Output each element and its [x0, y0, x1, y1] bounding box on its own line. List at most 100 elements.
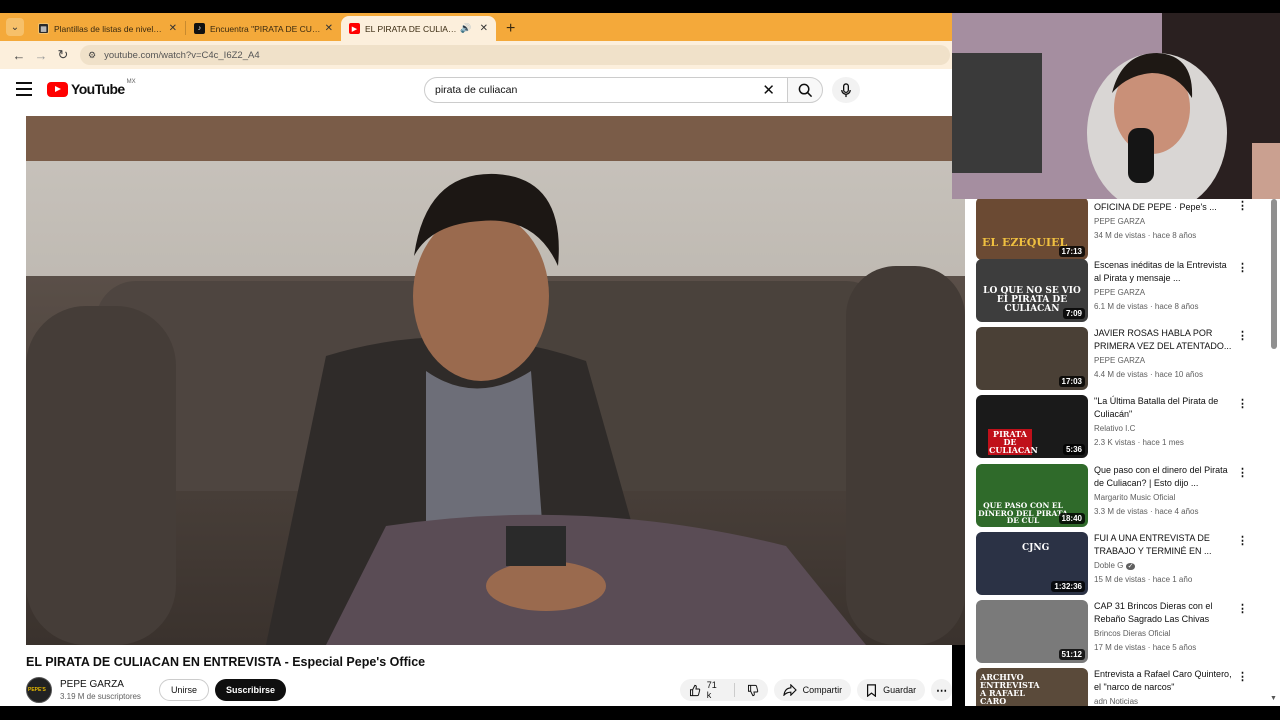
more-actions-icon[interactable]: ⋯ [931, 679, 952, 701]
more-options-icon[interactable]: ⋮ [1237, 534, 1248, 547]
speaker-icon[interactable]: 🔊 [460, 23, 471, 34]
back-arrow-icon[interactable]: ← [8, 48, 30, 63]
more-options-icon[interactable]: ⋮ [1237, 602, 1248, 615]
video-info: Que paso con el dinero del Pirata de Cul… [1094, 464, 1232, 528]
subscribe-button[interactable]: Suscribirse [214, 679, 286, 701]
search-icon [798, 83, 812, 97]
video-title[interactable]: Entrevista a Rafael Caro Quintero, el "n… [1094, 668, 1232, 694]
channel-name[interactable]: PEPE GARZA [60, 679, 141, 690]
channel-avatar[interactable] [26, 677, 52, 703]
video-thumbnail[interactable]: 17:03 [976, 327, 1088, 390]
channel-name[interactable]: PEPE GARZA [1094, 288, 1232, 297]
thumbnail-caption: EL EZEQUIEL [982, 236, 1068, 249]
video-title[interactable]: Que paso con el dinero del Pirata de Cul… [1094, 464, 1232, 490]
video-player[interactable] [26, 116, 965, 645]
youtube-logo[interactable]: YouTube MX [47, 79, 136, 97]
search-input[interactable]: pirata de culiacan ✕ [424, 77, 788, 103]
more-options-icon[interactable]: ⋮ [1237, 397, 1248, 410]
thumbnail-caption: PIRATA DE CULIACAN [988, 429, 1038, 455]
tab-favicon-icon: ▦ [38, 23, 49, 34]
menu-icon[interactable] [16, 82, 32, 96]
new-tab-button[interactable]: + [506, 20, 515, 38]
list-item[interactable]: CJNG 1:32:36 FUI A UNA ENTREVISTA DE TRA… [976, 532, 1266, 596]
video-title[interactable]: JAVIER ROSAS HABLA POR PRIMERA VEZ DEL A… [1094, 327, 1232, 353]
tab-close-icon[interactable]: ✕ [480, 23, 488, 34]
youtube-play-icon [47, 81, 68, 97]
video-meta: 15 M de vistas · hace 1 año [1094, 575, 1193, 584]
search-button[interactable] [787, 77, 823, 103]
video-info: "La Última Batalla del Pirata de Culiacá… [1094, 395, 1232, 459]
video-thumbnail[interactable]: PIRATA DE CULIACAN 5:36 [976, 395, 1088, 458]
video-duration: 5:36 [1062, 444, 1085, 455]
youtube-page: YouTube MX pirata de culiacan ✕ EL PIRAT… [0, 69, 965, 720]
sidebar-scrollbar[interactable] [1271, 199, 1277, 349]
video-thumbnail[interactable]: 51:12 [976, 600, 1088, 663]
channel-name[interactable]: Doble G ✓ [1094, 561, 1232, 570]
list-item[interactable]: PIRATA DE CULIACAN 5:36 "La Última Batal… [976, 395, 1266, 459]
more-options-icon[interactable]: ⋮ [1237, 199, 1248, 212]
video-meta: 3.3 M de vistas · hace 4 años [1094, 507, 1199, 516]
join-button[interactable]: Unirse [158, 679, 209, 701]
video-meta: 2.3 K vistas · hace 1 mes [1094, 438, 1184, 447]
share-icon [782, 684, 797, 696]
more-options-icon[interactable]: ⋮ [1237, 329, 1248, 342]
voice-search-button[interactable] [832, 77, 860, 103]
forward-arrow-icon[interactable]: → [30, 48, 52, 63]
tab-close-icon[interactable]: ✕ [325, 23, 333, 34]
reload-icon[interactable]: ↻ [52, 47, 74, 63]
video-title[interactable]: FUI A UNA ENTREVISTA DE TRABAJO Y TERMIN… [1094, 532, 1232, 558]
tab-close-icon[interactable]: ✕ [169, 23, 177, 34]
video-meta: 17 M de vistas · hace 5 años [1094, 643, 1197, 652]
video-thumbnail[interactable]: ARCHIVO ENTREVISTA A RAFAEL CARO [976, 668, 1088, 706]
browser-tab[interactable]: ♪ Encuentra "PIRATA DE CULIACAN ✕ [186, 16, 341, 41]
save-button[interactable]: Guardar [857, 679, 926, 701]
video-thumbnail[interactable]: QUE PASO CON EL DINERO DEL PIRATA DE CUL… [976, 464, 1088, 527]
thumbs-up-icon[interactable] [689, 684, 701, 697]
browser-tab[interactable]: ▦ Plantillas de listas de niveles de ✕ [30, 16, 185, 41]
channel-name[interactable]: PEPE GARZA [1094, 217, 1232, 226]
video-title[interactable]: Escenas inéditas de la Entrevista al Pir… [1094, 259, 1232, 285]
thumbs-down-icon[interactable] [741, 684, 768, 697]
video-title[interactable]: OFICINA DE PEPE · Pepe's ... [1094, 201, 1232, 214]
list-item[interactable]: ARCHIVO ENTREVISTA A RAFAEL CARO Entrevi… [976, 668, 1266, 706]
like-count[interactable]: 71 k [707, 680, 722, 700]
youtube-favicon-icon: ▶ [349, 23, 360, 34]
channel-name[interactable]: adn Noticias [1094, 697, 1232, 706]
webcam-image [952, 13, 1280, 199]
address-bar[interactable]: ⚙ youtube.com/watch?v=C4c_I6Z2_A4 [80, 45, 950, 65]
channel-name[interactable]: Relativo I.C [1094, 424, 1232, 433]
browser-tab-active[interactable]: ▶ EL PIRATA DE CULIACAN EN 🔊 ✕ [341, 16, 496, 41]
list-item[interactable]: LO QUE NO SE VIO EI PIRATA DE CULIACAN 7… [976, 259, 1266, 323]
like-dislike-group: 71 k [680, 679, 768, 701]
video-thumbnail[interactable]: CJNG 1:32:36 [976, 532, 1088, 595]
video-title[interactable]: CAP 31 Brincos Dieras con el Rebaño Sagr… [1094, 600, 1232, 626]
more-options-icon[interactable]: ⋮ [1237, 466, 1248, 479]
video-title[interactable]: "La Última Batalla del Pirata de Culiacá… [1094, 395, 1232, 421]
channel-info: PEPE GARZA 3.19 M de suscriptores [60, 679, 141, 701]
list-item[interactable]: EL EZEQUIEL 17:13 OFICINA DE PEPE · Pepe… [976, 199, 1266, 261]
list-item[interactable]: 17:03 JAVIER ROSAS HABLA POR PRIMERA VEZ… [976, 327, 1266, 391]
video-duration: 7:09 [1062, 308, 1085, 319]
tab-title: Plantillas de listas de niveles de [54, 23, 165, 34]
video-thumbnail[interactable]: EL EZEQUIEL 17:13 [976, 199, 1088, 260]
subscriber-count: 3.19 M de suscriptores [60, 692, 141, 701]
list-item[interactable]: 51:12 CAP 31 Brincos Dieras con el Rebañ… [976, 600, 1266, 664]
tab-search-button[interactable]: ⌄ [6, 18, 24, 36]
logo-text: YouTube [71, 81, 125, 97]
channel-name[interactable]: PEPE GARZA [1094, 356, 1232, 365]
video-thumbnail[interactable]: LO QUE NO SE VIO EI PIRATA DE CULIACAN 7… [976, 259, 1088, 322]
channel-name[interactable]: Brincos Dieras Oficial [1094, 629, 1232, 638]
list-item[interactable]: QUE PASO CON EL DINERO DEL PIRATA DE CUL… [976, 464, 1266, 528]
youtube-header: YouTube MX pirata de culiacan ✕ [0, 69, 952, 111]
more-options-icon[interactable]: ⋮ [1237, 261, 1248, 274]
video-duration: 1:32:36 [1051, 581, 1085, 592]
clear-search-icon[interactable]: ✕ [762, 81, 775, 99]
share-button[interactable]: Compartir [773, 679, 852, 701]
video-meta: 34 M de vistas · hace 8 años [1094, 231, 1197, 240]
video-info: FUI A UNA ENTREVISTA DE TRABAJO Y TERMIN… [1094, 532, 1232, 596]
video-duration: 17:03 [1058, 376, 1085, 387]
site-info-icon[interactable]: ⚙ [88, 50, 96, 61]
more-options-icon[interactable]: ⋮ [1237, 670, 1248, 683]
scroll-down-arrow-icon[interactable]: ▼ [1270, 695, 1277, 702]
channel-name[interactable]: Margarito Music Oficial [1094, 493, 1232, 502]
